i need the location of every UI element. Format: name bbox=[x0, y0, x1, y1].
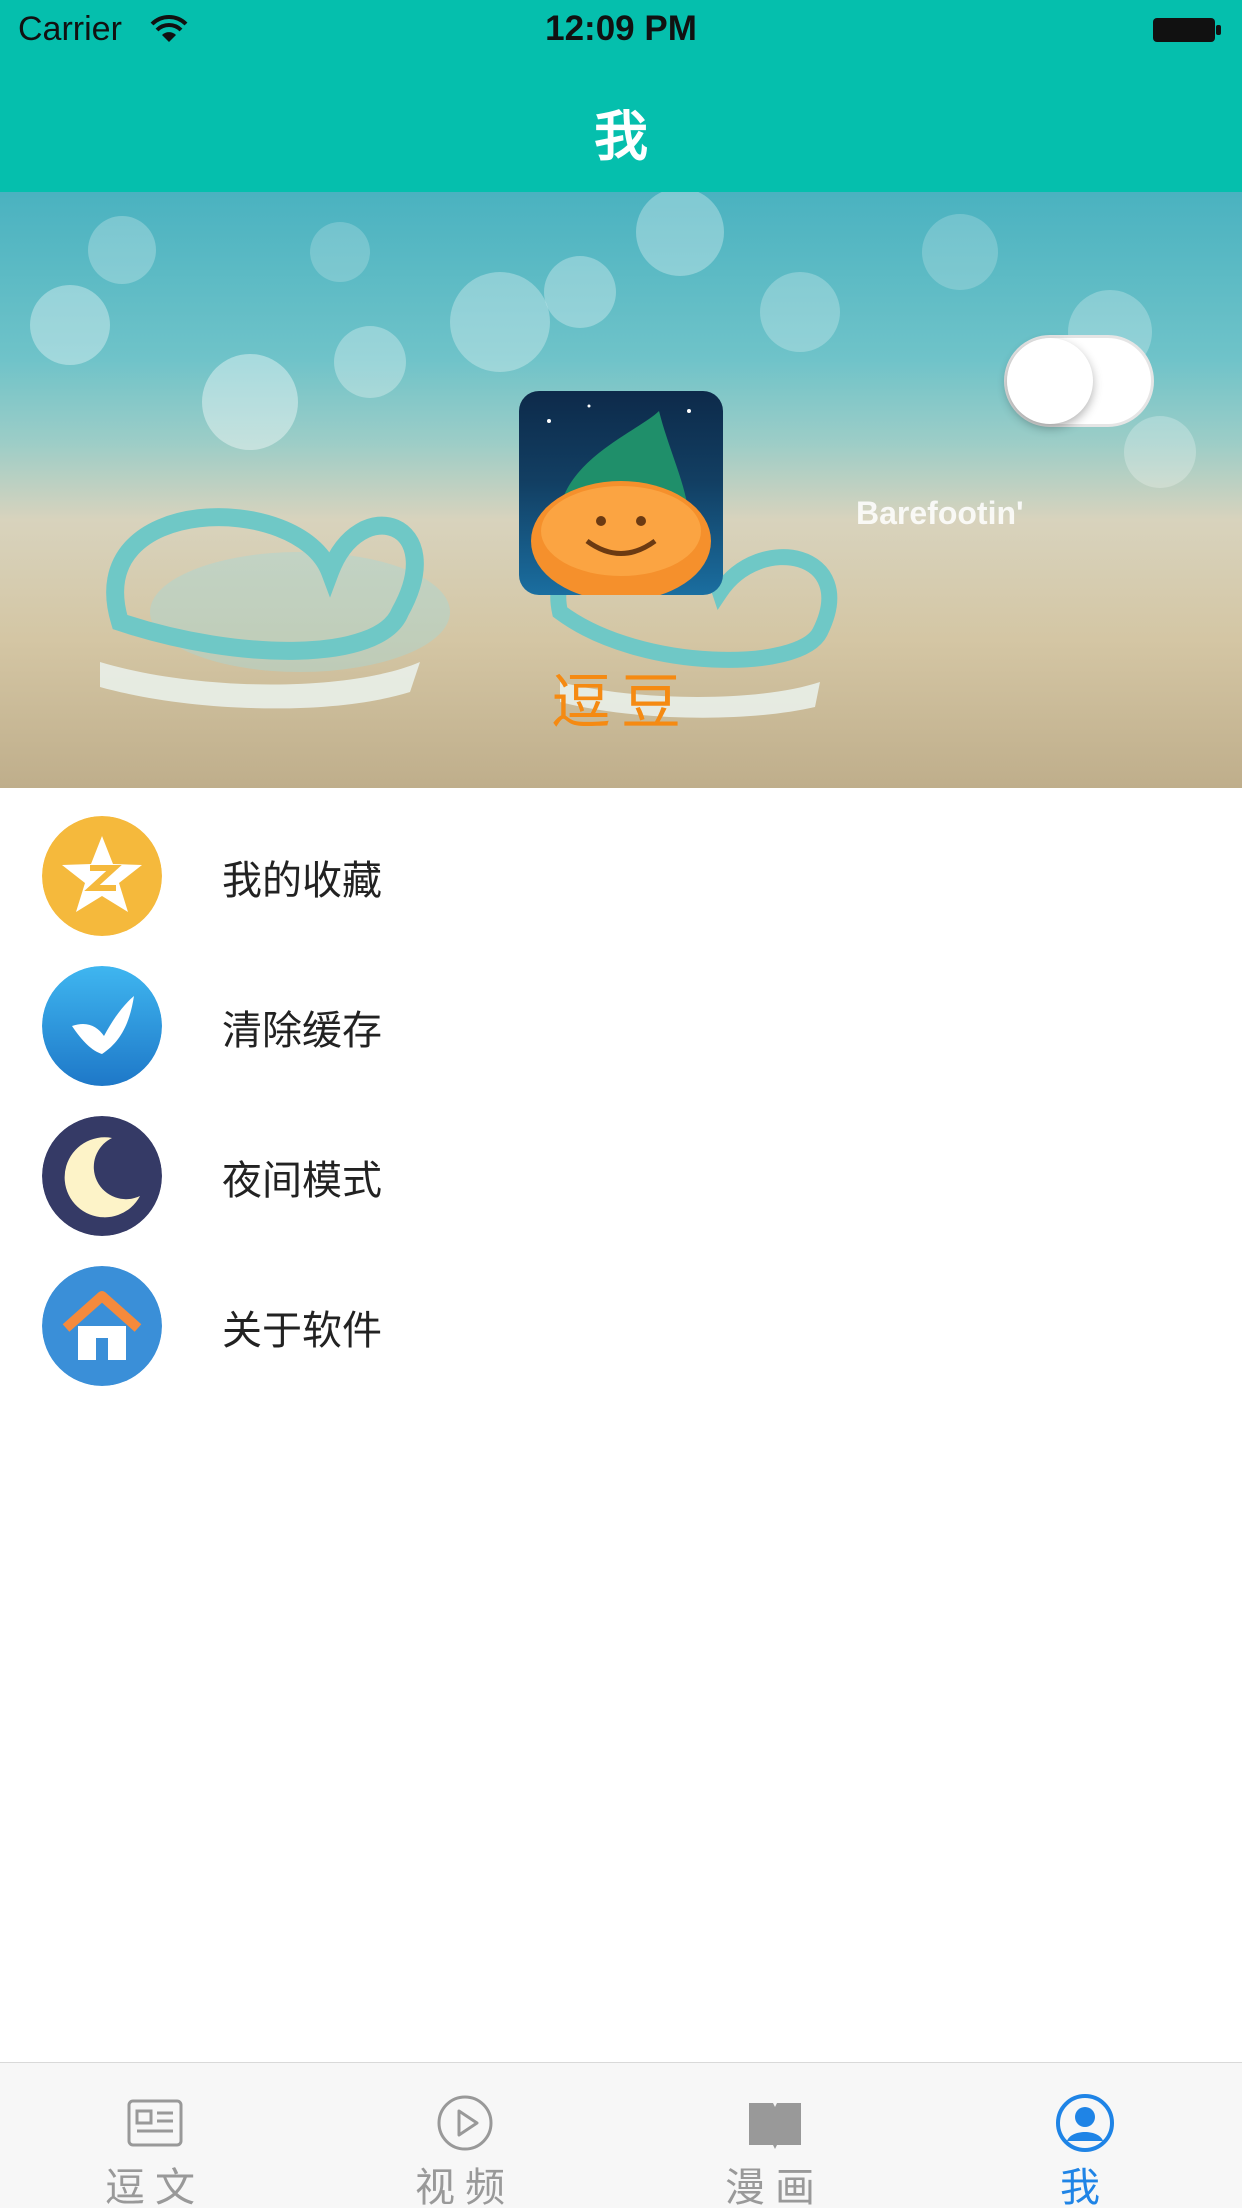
home-icon bbox=[42, 1266, 162, 1386]
tab-label: 视频 bbox=[415, 2165, 515, 2208]
avatar[interactable] bbox=[519, 391, 723, 595]
user-icon bbox=[1056, 2094, 1114, 2152]
menu-item-about[interactable]: 关于软件 bbox=[0, 1238, 1242, 1388]
book-icon bbox=[749, 2103, 801, 2149]
banner-watermark: Barefootin' bbox=[856, 495, 1024, 531]
menu-label: 我的收藏 bbox=[222, 858, 382, 904]
tab-jokes[interactable]: 逗文 bbox=[0, 2063, 310, 2208]
battery-icon bbox=[1153, 18, 1221, 42]
status-bar: Carrier 12:09 PM bbox=[0, 0, 1242, 60]
menu-item-clear-cache[interactable]: 清除缓存 bbox=[0, 938, 1242, 1088]
user-nickname: 逗豆 bbox=[551, 668, 691, 738]
navigation-bar: Carrier 12:09 PM 我 bbox=[0, 0, 1242, 192]
tab-video[interactable]: 视频 bbox=[310, 2063, 620, 2208]
profile-header: Barefootin' 逗豆 bbox=[0, 192, 1242, 788]
night-mode-toggle[interactable] bbox=[1004, 335, 1154, 427]
tab-me[interactable]: 我 bbox=[930, 2063, 1240, 2208]
news-icon bbox=[127, 2099, 183, 2147]
qzone-star-icon bbox=[42, 816, 162, 936]
bird-icon bbox=[42, 966, 162, 1086]
tab-label: 逗文 bbox=[105, 2165, 205, 2208]
menu-label: 夜间模式 bbox=[222, 1158, 382, 1204]
tab-label: 我 bbox=[1060, 2165, 1110, 2208]
page-title: 我 bbox=[594, 105, 648, 168]
tab-bar: 逗文 视频 漫画 我 bbox=[0, 2062, 1242, 2208]
tab-comics[interactable]: 漫画 bbox=[620, 2063, 930, 2208]
status-time: 12:09 PM bbox=[545, 9, 697, 48]
toggle-knob bbox=[1007, 338, 1093, 424]
settings-menu: 我的收藏 清除缓存 夜间模式 关于软件 bbox=[0, 788, 1242, 1388]
moon-icon bbox=[42, 1116, 162, 1236]
menu-label: 清除缓存 bbox=[222, 1008, 382, 1054]
menu-item-night-mode[interactable]: 夜间模式 bbox=[0, 1088, 1242, 1238]
avatar-character-icon bbox=[531, 404, 711, 595]
menu-item-favorites[interactable]: 我的收藏 bbox=[0, 788, 1242, 938]
tab-label: 漫画 bbox=[725, 2165, 825, 2208]
menu-label: 关于软件 bbox=[222, 1308, 382, 1354]
play-icon bbox=[437, 2095, 493, 2151]
